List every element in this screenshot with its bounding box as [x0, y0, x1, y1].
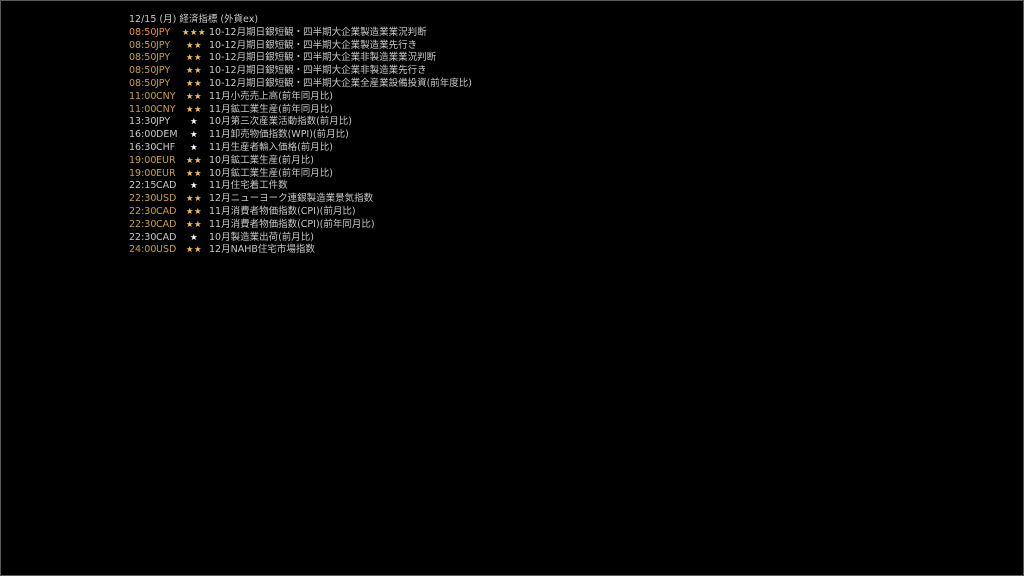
importance-stars-icon: ★ [189, 181, 199, 192]
event-currency: CAD [156, 205, 177, 217]
event-title: 10月鉱工業生産(前月比) [209, 154, 315, 166]
importance-stars-icon: ★★ [185, 40, 203, 51]
event-title: 11月卸売物価指数(WPI)(前月比) [209, 129, 349, 141]
event-title: 10-12月期日銀短観・四半期大企業製造業業況判断 [209, 26, 427, 38]
event-row: 16:00 DEM ★ 11月卸売物価指数(WPI)(前月比) [129, 129, 472, 142]
event-title: 11月鉱工業生産(前年同月比) [209, 103, 334, 115]
importance-stars-icon: ★★ [185, 78, 203, 89]
event-row: 19:00 EUR ★★ 10月鉱工業生産(前月比) [129, 155, 472, 168]
importance-stars-icon: ★★ [185, 53, 203, 64]
event-time: 08:50 [129, 65, 157, 77]
event-title: 10-12月期日銀短観・四半期大企業非製造業業況判断 [209, 52, 437, 64]
event-title: 10月製造業出荷(前月比) [209, 231, 315, 243]
event-time: 08:50 [129, 26, 157, 38]
importance-stars-icon: ★★★ [181, 27, 207, 38]
event-row: 22:30 CAD ★ 10月製造業出荷(前月比) [129, 232, 472, 245]
event-list: 08:50 JPY ★★★ 10-12月期日銀短観・四半期大企業製造業業況判断 08:5… [129, 27, 472, 257]
event-time: 08:50 [129, 77, 157, 89]
event-title: 10-12月期日銀短観・四半期大企業非製造業先行き [209, 65, 427, 77]
event-time: 22:15 [129, 180, 157, 192]
calendar-header: 12/15 (月) 経済指標 (外貨ex) [129, 14, 259, 25]
economic-calendar-panel: 12/15 (月) 経済指標 (外貨ex) 08:50 JPY ★★★ 10-12月期… [129, 14, 472, 257]
event-title: 11月小売売上高(前年同月比) [209, 90, 334, 102]
event-row: 08:50 JPY ★★ 10-12月期日銀短観・四半期大企業全産業設備投資(前年度比… [129, 78, 472, 91]
event-row: 22:30 USD ★★ 12月ニューヨーク連銀製造業景気指数 [129, 193, 472, 206]
event-currency: JPY [156, 26, 171, 38]
event-currency: JPY [156, 39, 171, 51]
event-title: 10-12月期日銀短観・四半期大企業製造業先行き [209, 39, 418, 51]
event-currency: CAD [156, 231, 177, 243]
event-time: 22:30 [129, 193, 157, 205]
event-title: 10月鉱工業生産(前年同月比) [209, 167, 334, 179]
event-row: 19:00 EUR ★★ 10月鉱工業生産(前年同月比) [129, 168, 472, 181]
importance-stars-icon: ★ [189, 142, 199, 153]
event-currency: CAD [156, 218, 177, 230]
event-currency: CNY [156, 103, 176, 115]
event-time: 08:50 [129, 52, 157, 64]
importance-stars-icon: ★★ [185, 219, 203, 230]
event-currency: JPY [156, 65, 171, 77]
event-row: 11:00 CNY ★★ 11月鉱工業生産(前年同月比) [129, 104, 472, 117]
importance-stars-icon: ★★ [185, 104, 203, 115]
importance-stars-icon: ★★ [185, 66, 203, 77]
event-currency: CAD [156, 180, 177, 192]
event-currency: CHF [156, 141, 176, 153]
event-time: 22:30 [129, 231, 157, 243]
event-currency: EUR [156, 154, 176, 166]
event-title: 12月NAHB住宅市場指数 [209, 244, 315, 256]
event-time: 11:00 [129, 90, 157, 102]
event-currency: USD [156, 244, 177, 256]
event-time: 22:30 [129, 218, 157, 230]
event-time: 11:00 [129, 103, 157, 115]
event-currency: EUR [156, 167, 176, 179]
event-time: 13:30 [129, 116, 157, 128]
event-title: 10-12月期日銀短観・四半期大企業全産業設備投資(前年度比) [209, 77, 473, 89]
event-row: 08:50 JPY ★★ 10-12月期日銀短観・四半期大企業非製造業業況判断 [129, 52, 472, 65]
importance-stars-icon: ★★ [185, 245, 203, 256]
event-time: 22:30 [129, 205, 157, 217]
event-row: 08:50 JPY ★★ 10-12月期日銀短観・四半期大企業製造業先行き [129, 40, 472, 53]
event-title: 10月第三次産業活動指数(前月比) [209, 116, 353, 128]
event-row: 08:50 JPY ★★ 10-12月期日銀短観・四半期大企業非製造業先行き [129, 65, 472, 78]
event-row: 08:50 JPY ★★★ 10-12月期日銀短観・四半期大企業製造業業況判断 [129, 27, 472, 40]
event-row: 22:30 CAD ★★ 11月消費者物価指数(CPI)(前月比) [129, 206, 472, 219]
event-title: 11月消費者物価指数(CPI)(前年同月比) [209, 218, 375, 230]
event-time: 16:30 [129, 141, 157, 153]
importance-stars-icon: ★★ [185, 194, 203, 205]
event-row: 16:30 CHF ★ 11月生産者輸入価格(前月比) [129, 142, 472, 155]
event-title: 11月生産者輸入価格(前月比) [209, 141, 334, 153]
event-time: 19:00 [129, 167, 157, 179]
event-time: 24:00 [129, 244, 157, 256]
event-currency: JPY [156, 52, 171, 64]
event-time: 08:50 [129, 39, 157, 51]
event-title: 11月消費者物価指数(CPI)(前月比) [209, 205, 356, 217]
event-currency: USD [156, 193, 177, 205]
importance-stars-icon: ★★ [185, 206, 203, 217]
importance-stars-icon: ★★ [185, 91, 203, 102]
event-title: 12月ニューヨーク連銀製造業景気指数 [209, 193, 374, 205]
importance-stars-icon: ★ [189, 117, 199, 128]
event-row: 13:30 JPY ★ 10月第三次産業活動指数(前月比) [129, 116, 472, 129]
event-row: 22:30 CAD ★★ 11月消費者物価指数(CPI)(前年同月比) [129, 219, 472, 232]
importance-stars-icon: ★★ [185, 155, 203, 166]
event-title: 11月住宅着工件数 [209, 180, 288, 192]
event-currency: JPY [156, 77, 171, 89]
event-currency: DEM [156, 129, 178, 141]
event-row: 11:00 CNY ★★ 11月小売売上高(前年同月比) [129, 91, 472, 104]
event-time: 16:00 [129, 129, 157, 141]
importance-stars-icon: ★ [189, 130, 199, 141]
event-currency: JPY [156, 116, 171, 128]
event-time: 19:00 [129, 154, 157, 166]
event-currency: CNY [156, 90, 176, 102]
importance-stars-icon: ★★ [185, 168, 203, 179]
event-row: 24:00 USD ★★ 12月NAHB住宅市場指数 [129, 244, 472, 257]
event-row: 22:15 CAD ★ 11月住宅着工件数 [129, 180, 472, 193]
importance-stars-icon: ★ [189, 232, 199, 243]
